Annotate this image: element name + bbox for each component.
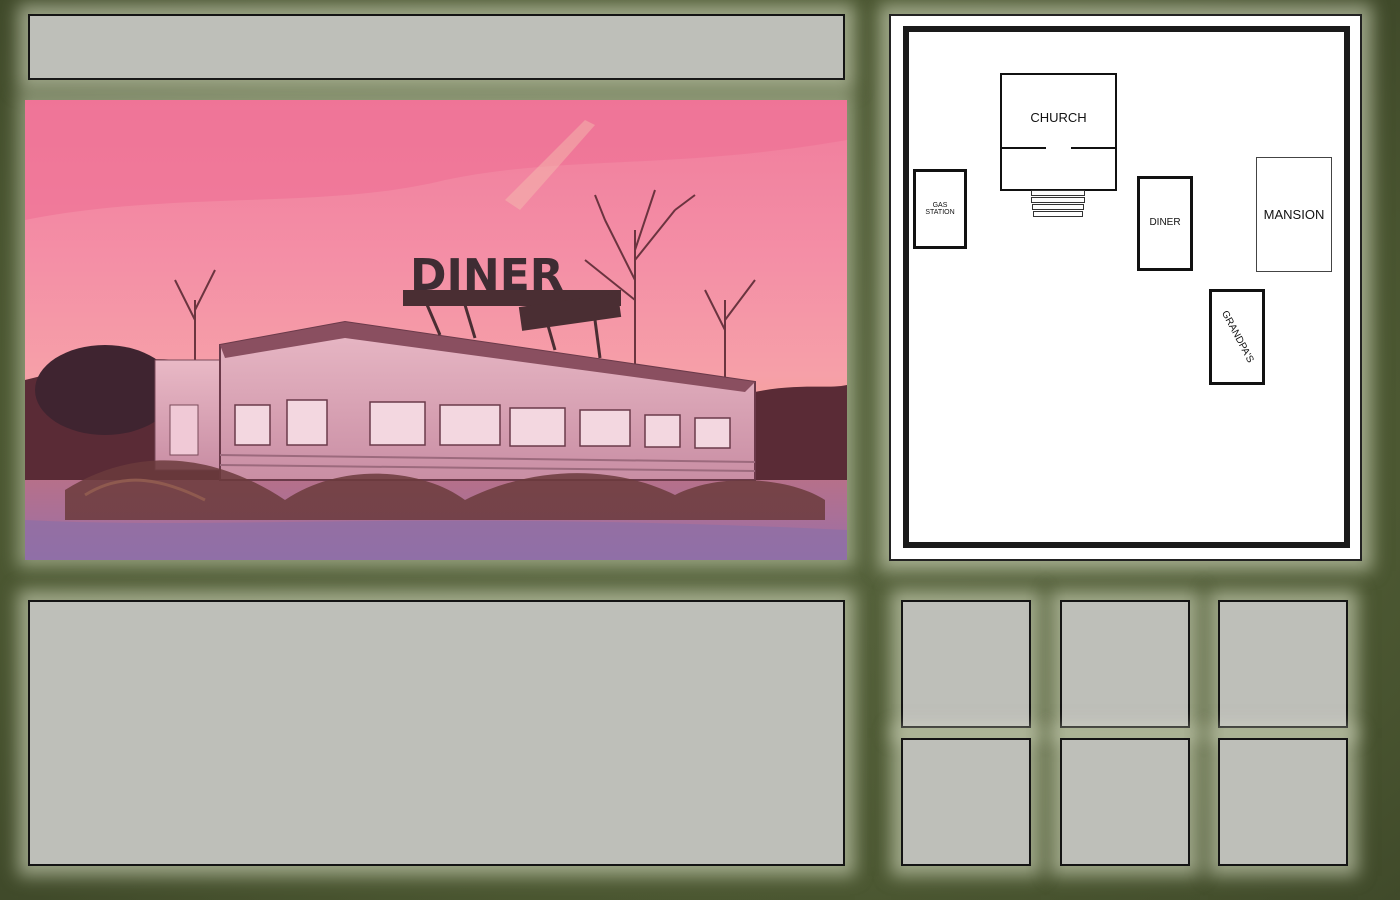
map-building-grandpas[interactable]: GRANDPA'S bbox=[1209, 289, 1265, 385]
church-label: CHURCH bbox=[1030, 110, 1087, 125]
map-panel: CHURCH GAS STATION DINER MANSION GRANDPA… bbox=[889, 14, 1362, 561]
inventory-slot-3[interactable] bbox=[1218, 600, 1348, 728]
inventory-slot-1[interactable] bbox=[901, 600, 1031, 728]
church-steps bbox=[1029, 190, 1087, 217]
map-building-mansion[interactable]: MANSION bbox=[1256, 157, 1332, 272]
town-map: CHURCH GAS STATION DINER MANSION GRANDPA… bbox=[903, 26, 1350, 548]
map-building-diner[interactable]: DINER bbox=[1137, 176, 1193, 271]
mansion-label: MANSION bbox=[1263, 206, 1325, 222]
message-box bbox=[28, 600, 845, 866]
title-bar bbox=[28, 14, 845, 80]
diner-label: DINER bbox=[1149, 217, 1181, 229]
map-building-gas-station[interactable]: GAS STATION bbox=[913, 169, 967, 249]
inventory-slot-6[interactable] bbox=[1218, 738, 1348, 866]
diner-scene-image[interactable]: DINER bbox=[25, 100, 847, 560]
map-building-church[interactable]: CHURCH bbox=[1000, 73, 1117, 191]
scene-view-diner[interactable]: DINER bbox=[25, 100, 847, 560]
diner-sign: DINER bbox=[410, 250, 564, 301]
inventory-slot-5[interactable] bbox=[1060, 738, 1190, 866]
inventory-slot-4[interactable] bbox=[901, 738, 1031, 866]
inventory-slot-2[interactable] bbox=[1060, 600, 1190, 728]
grandpas-label: GRANDPA'S bbox=[1219, 308, 1256, 365]
gas-station-label: GAS STATION bbox=[925, 201, 955, 216]
